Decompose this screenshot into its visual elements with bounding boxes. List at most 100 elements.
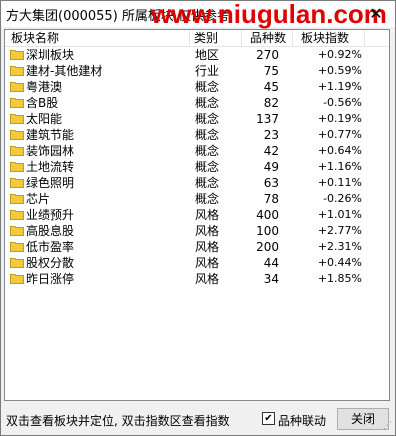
row-name: 业绩预升 (26, 208, 75, 222)
row-index: +0.44% (317, 256, 362, 269)
row-count: 137 (256, 112, 279, 126)
column-header-count[interactable]: 品种数 (242, 30, 293, 46)
row-index: +0.19% (317, 112, 362, 125)
row-type: 风格 (195, 224, 220, 238)
row-index: +2.77% (317, 224, 362, 237)
row-type: 概念 (195, 192, 220, 206)
row-type: 概念 (195, 160, 220, 174)
title-bar[interactable]: 方大集团(000055) 所属板块 仅供参考 www.niugulan.com … (1, 0, 395, 29)
row-name: 装饰园林 (26, 144, 75, 158)
row-index: +1.19% (317, 80, 362, 93)
sector-list[interactable]: 板块名称 类别 品种数 板块指数 深圳板块 地区 270 +0.92% 建材-其他建材 行… (4, 29, 390, 401)
folder-icon (10, 146, 24, 156)
row-name: 含B股 (26, 96, 59, 110)
row-index: +0.64% (317, 144, 362, 157)
row-type: 概念 (195, 112, 220, 126)
row-type: 概念 (195, 128, 220, 142)
table-row[interactable]: 建筑节能 概念 23 +0.77% (5, 127, 389, 143)
row-name: 深圳板块 (26, 48, 75, 62)
column-header-name[interactable]: 板块名称 (5, 30, 190, 46)
row-count: 42 (263, 144, 279, 158)
folder-icon (10, 274, 24, 284)
row-index: +0.77% (317, 128, 362, 141)
row-name: 低市盈率 (26, 240, 75, 254)
row-name: 昨日涨停 (26, 272, 75, 286)
table-row[interactable]: 太阳能 概念 137 +0.19% (5, 111, 389, 127)
row-type: 风格 (195, 272, 220, 286)
row-name: 建材-其他建材 (26, 64, 103, 78)
row-count: 400 (256, 208, 279, 222)
folder-icon (10, 114, 24, 124)
row-index: +0.92% (317, 48, 362, 61)
row-count: 23 (263, 128, 279, 142)
close-icon[interactable]: ✕ (365, 3, 387, 25)
table-row[interactable]: 深圳板块 地区 270 +0.92% (5, 47, 389, 63)
row-count: 270 (256, 48, 279, 62)
list-header: 板块名称 类别 品种数 板块指数 (5, 30, 389, 47)
folder-icon (10, 130, 24, 140)
folder-icon (10, 162, 24, 172)
folder-icon (10, 66, 24, 76)
row-index: +0.11% (317, 176, 362, 189)
resize-grip[interactable]: ⋰ (383, 421, 393, 431)
column-header-type[interactable]: 类别 (190, 30, 242, 46)
table-row[interactable]: 昨日涨停 风格 34 +1.85% (5, 271, 389, 287)
row-index: +2.31% (317, 240, 362, 253)
table-row[interactable]: 业绩预升 风格 400 +1.01% (5, 207, 389, 223)
row-name: 太阳能 (26, 112, 63, 126)
status-hint: 双击查看板块并定位, 双击指数区查看指数 (6, 414, 230, 428)
row-name: 土地流转 (26, 160, 75, 174)
row-name: 高股息股 (26, 224, 75, 238)
row-index: -0.26% (323, 192, 362, 205)
row-count: 44 (263, 256, 279, 270)
row-count: 45 (263, 80, 279, 94)
sector-window: 方大集团(000055) 所属板块 仅供参考 www.niugulan.com … (0, 0, 396, 436)
table-row[interactable]: 股权分散 风格 44 +0.44% (5, 255, 389, 271)
watermark-logo: www.niugulan.com (151, 0, 387, 29)
table-row[interactable]: 绿色照明 概念 63 +0.11% (5, 175, 389, 191)
row-count: 49 (263, 160, 279, 174)
row-type: 概念 (195, 80, 220, 94)
folder-icon (10, 178, 24, 188)
folder-icon (10, 82, 24, 92)
row-type: 风格 (195, 256, 220, 270)
linkage-checkbox-label[interactable]: 品种联动 (278, 412, 326, 429)
row-count: 82 (263, 96, 279, 110)
table-row[interactable]: 高股息股 风格 100 +2.77% (5, 223, 389, 239)
row-type: 地区 (195, 48, 220, 62)
folder-icon (10, 258, 24, 268)
row-type: 行业 (195, 64, 220, 78)
row-type: 风格 (195, 208, 220, 222)
table-row[interactable]: 低市盈率 风格 200 +2.31% (5, 239, 389, 255)
row-count: 200 (256, 240, 279, 254)
row-index: -0.56% (323, 96, 362, 109)
table-row[interactable]: 粤港澳 概念 45 +1.19% (5, 79, 389, 95)
row-type: 风格 (195, 240, 220, 254)
row-type: 概念 (195, 176, 220, 190)
status-bar: 双击查看板块并定位, 双击指数区查看指数 ✔ 品种联动 关闭 (1, 401, 395, 435)
table-row[interactable]: 建材-其他建材 行业 75 +0.59% (5, 63, 389, 79)
row-index: +1.01% (317, 208, 362, 221)
folder-icon (10, 210, 24, 220)
row-type: 概念 (195, 96, 220, 110)
folder-icon (10, 194, 24, 204)
table-row[interactable]: 土地流转 概念 49 +1.16% (5, 159, 389, 175)
close-button[interactable]: 关闭 (337, 408, 389, 430)
table-row[interactable]: 装饰园林 概念 42 +0.64% (5, 143, 389, 159)
row-name: 粤港澳 (26, 80, 63, 94)
folder-icon (10, 98, 24, 108)
row-count: 34 (263, 272, 279, 286)
folder-icon (10, 242, 24, 252)
folder-icon (10, 226, 24, 236)
row-count: 75 (263, 64, 279, 78)
table-row[interactable]: 含B股 概念 82 -0.56% (5, 95, 389, 111)
folder-icon (10, 50, 24, 60)
column-header-index[interactable]: 板块指数 (293, 30, 365, 46)
check-icon[interactable]: ✔ (262, 412, 275, 425)
row-name: 绿色照明 (26, 176, 75, 190)
row-name: 股权分散 (26, 256, 75, 270)
row-count: 78 (263, 192, 279, 206)
table-row[interactable]: 芯片 概念 78 -0.26% (5, 191, 389, 207)
row-name: 芯片 (26, 192, 51, 206)
row-index: +1.16% (317, 160, 362, 173)
